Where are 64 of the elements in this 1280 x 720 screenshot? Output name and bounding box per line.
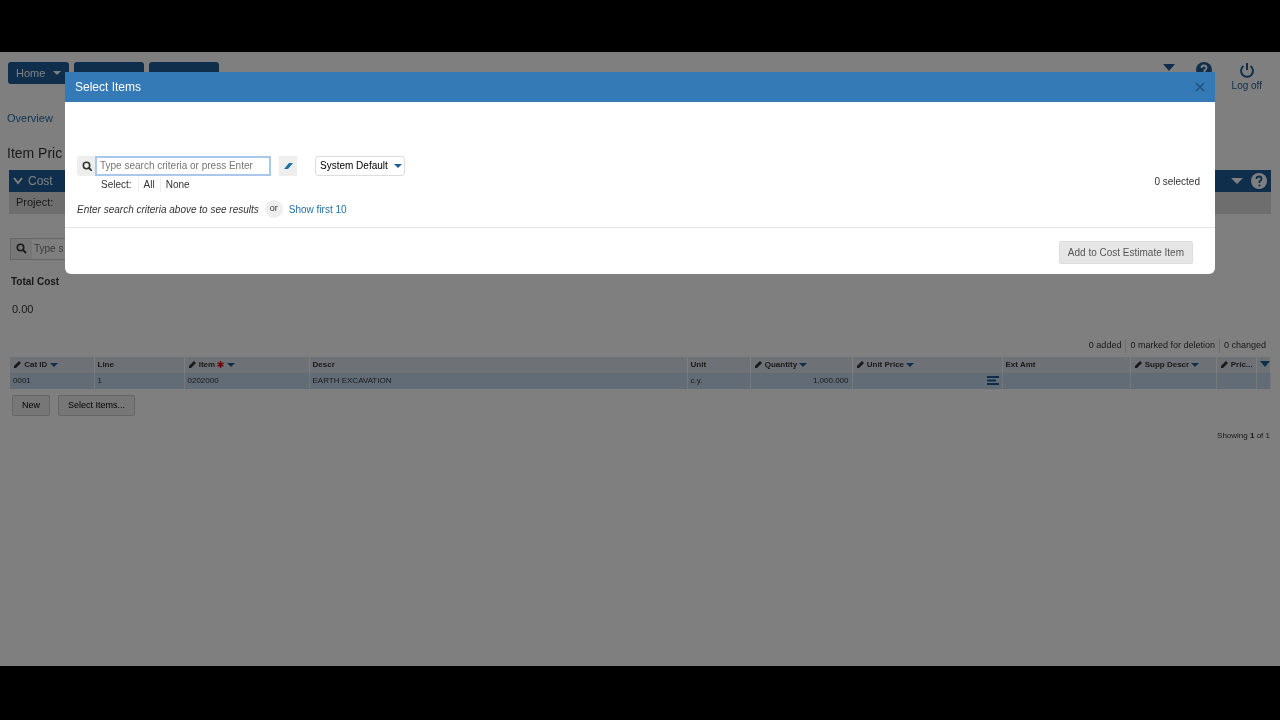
change-count: 0 added — [1087, 339, 1123, 352]
pencil-icon — [13, 359, 22, 370]
table-cell: c.y. — [690, 375, 703, 385]
total-label: Total Cost — [10, 274, 61, 289]
table-cell: EARTH EXCAVATION — [312, 375, 392, 385]
change-count: 0 changed — [1218, 339, 1270, 353]
table-cell: 1,000.000 — [812, 375, 849, 385]
grid-button[interactable]: New — [12, 394, 50, 416]
pencil-icon — [1133, 359, 1143, 370]
dropdown-icon[interactable] — [1231, 176, 1243, 185]
list-icon[interactable] — [986, 375, 999, 385]
pencil-icon — [187, 359, 197, 370]
column-header: Descr — [309, 356, 687, 373]
eraser-button[interactable] — [279, 155, 297, 176]
page-title: Item Pric — [6, 143, 64, 163]
field-label: Project: — [16, 195, 54, 211]
help-icon[interactable] — [1251, 172, 1267, 189]
modal-title: Select Items — [75, 79, 142, 96]
pencil-icon — [855, 359, 865, 370]
caret-icon — [49, 362, 58, 367]
total-value: 0.00 — [11, 301, 35, 317]
search-field[interactable]: Type search criteria or press Enter — [95, 155, 271, 176]
or-label: or — [264, 200, 283, 218]
asterisk-icon — [217, 360, 225, 368]
column-header: Pric... — [1216, 356, 1256, 373]
table-cell: 0202000 — [187, 375, 219, 385]
caret-icon — [53, 71, 62, 75]
nav-button[interactable]: Home — [8, 62, 70, 84]
column-header: Unit — [687, 356, 750, 373]
select-link[interactable]: All — [137, 177, 160, 192]
column-header[interactable]: Cat ID — [10, 356, 94, 373]
add-button[interactable]: Add to Cost Estimate Item — [1058, 241, 1193, 264]
select-link[interactable]: None — [159, 177, 195, 192]
view-select[interactable]: System Default — [315, 155, 405, 176]
column-header: Line — [94, 356, 184, 373]
table-row[interactable]: 0001 1 0202000 EARTH EXCAVATION c.y. 1,000.000 — [10, 372, 1270, 389]
pencil-icon — [753, 359, 763, 370]
select-label: Select: — [101, 178, 133, 192]
page-tab[interactable]: Overview — [7, 110, 53, 127]
eraser-icon — [282, 160, 294, 171]
column-header[interactable]: Item — [184, 356, 309, 373]
table-cell: 1 — [97, 375, 102, 385]
column-header[interactable]: Supp Descr — [1130, 356, 1216, 373]
caret-icon — [226, 362, 235, 367]
dropdown-icon[interactable] — [1259, 360, 1270, 368]
search-icon — [16, 243, 27, 254]
grid-button[interactable]: Select Items... — [58, 394, 136, 416]
column-header: Ext Amt — [1002, 356, 1130, 373]
table-cell: 0001 — [13, 375, 31, 385]
paging-text: Showing 1 of 1 — [1216, 430, 1271, 442]
power-icon — [1238, 62, 1255, 78]
search-icon — [82, 161, 92, 172]
selected-count: 0 selected — [1154, 175, 1200, 189]
column-header[interactable]: Unit Price — [852, 356, 1002, 373]
change-count: 0 marked for deletion — [1125, 339, 1219, 353]
caret-icon — [906, 362, 915, 367]
pencil-icon — [1219, 359, 1229, 370]
caret-icon — [1191, 362, 1200, 367]
caret-icon — [799, 362, 808, 367]
logoff-button[interactable]: Log off — [1231, 62, 1262, 93]
hint-text: Enter search criteria above to see results — [77, 202, 259, 217]
column-header[interactable]: Quantity — [750, 356, 852, 373]
chevron-icon — [13, 176, 23, 185]
show-first-link[interactable]: Show first 10 — [288, 201, 347, 217]
